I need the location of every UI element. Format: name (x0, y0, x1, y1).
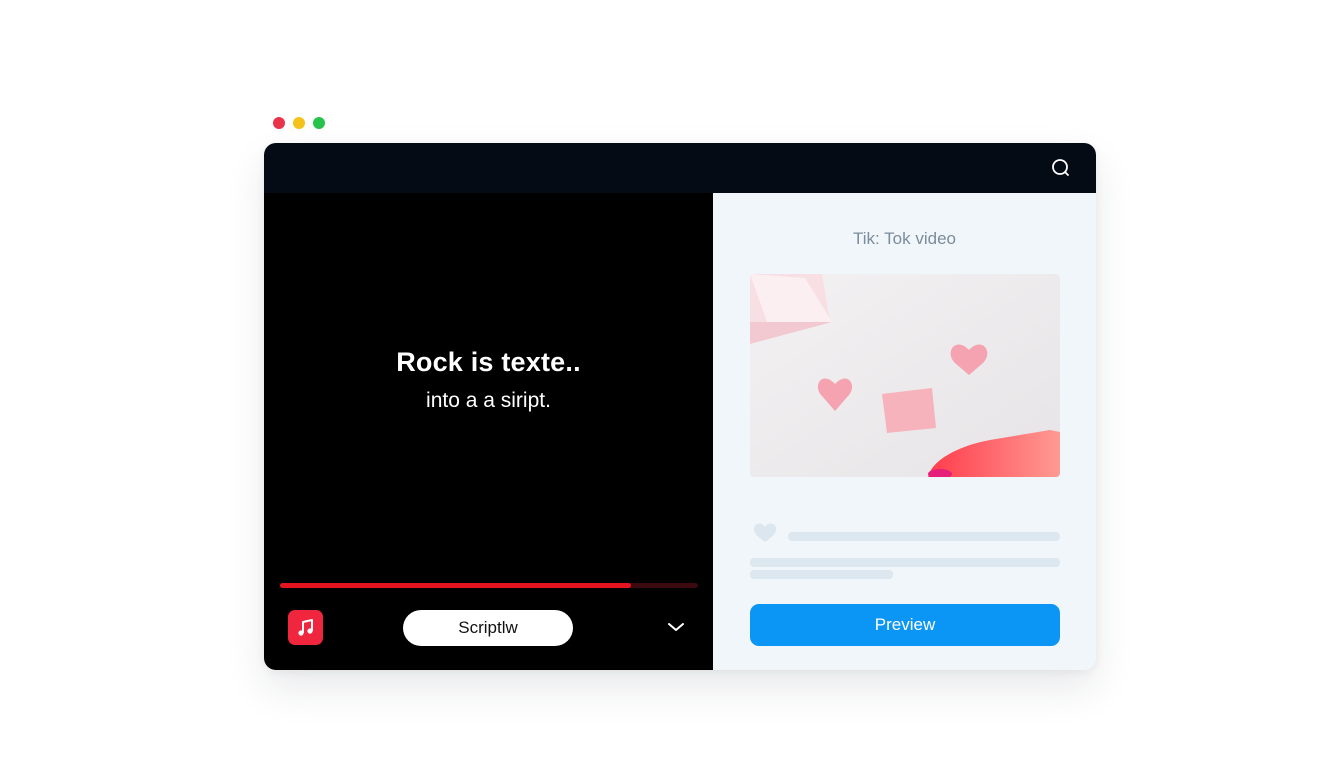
music-button[interactable] (288, 610, 323, 645)
window-controls (273, 117, 325, 129)
playback-progress-bar[interactable] (280, 583, 698, 588)
expand-button[interactable] (666, 619, 686, 635)
script-button[interactable]: Scriptlw (403, 610, 573, 646)
video-editor-pane: Rock is texte.. into a a siript. Scriptl… (264, 193, 713, 670)
maximize-window-button[interactable] (313, 117, 325, 129)
like-button[interactable] (752, 521, 778, 548)
preview-button[interactable]: Preview (750, 604, 1060, 646)
close-window-button[interactable] (273, 117, 285, 129)
video-headline: Rock is texte.. (396, 347, 581, 377)
preview-pane: Tik: Tok video Preview (713, 193, 1096, 670)
app-window: Rock is texte.. into a a siript. Scriptl… (264, 143, 1096, 670)
placeholder-line (750, 570, 893, 579)
chevron-down-icon (668, 623, 684, 631)
placeholder-line (788, 532, 1060, 541)
video-subline: into a a siript. (426, 389, 551, 412)
music-note-icon (297, 618, 313, 636)
placeholder-line (750, 558, 1060, 567)
search-icon (1052, 159, 1069, 176)
heart-icon (753, 523, 777, 542)
playback-progress-fill (280, 583, 632, 588)
minimize-window-button[interactable] (293, 117, 305, 129)
video-thumbnail[interactable] (750, 274, 1060, 477)
pink-hearts-image (750, 274, 1060, 477)
preview-title: Tik: Tok video (853, 229, 956, 248)
search-button[interactable] (1050, 157, 1072, 179)
top-bar (264, 143, 1096, 193)
